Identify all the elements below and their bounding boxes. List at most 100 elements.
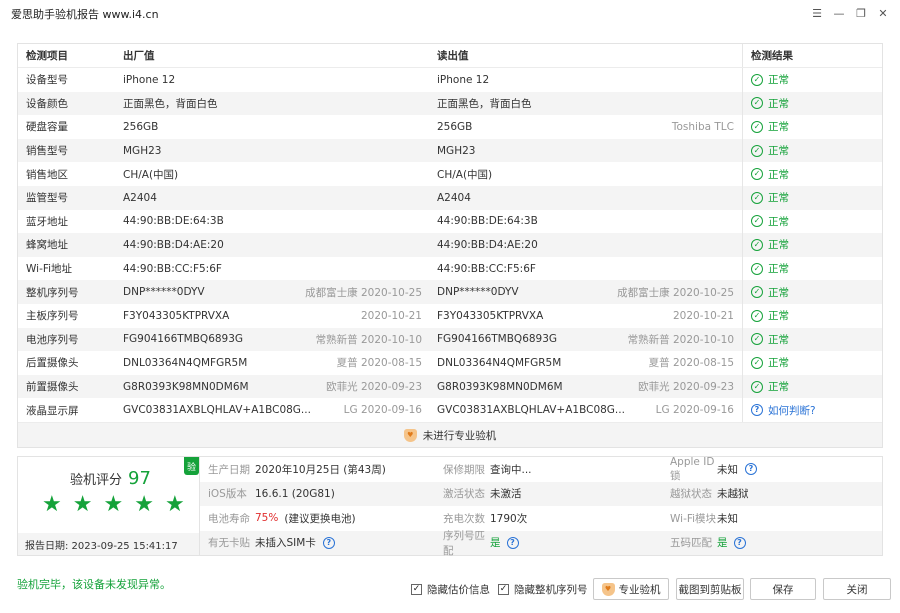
- read-value: A2404: [437, 191, 471, 204]
- minimize-icon[interactable]: —: [832, 6, 846, 20]
- star-icon: ★: [164, 492, 185, 517]
- pro-check-note-text: 未进行专业验机: [422, 429, 497, 442]
- result-cell: ✓ 正常: [742, 280, 882, 304]
- info-row: iOS版本 16.6.1 (20G81) 激活状态 未激活 越狱状态 未越狱: [200, 481, 882, 507]
- result-ok: ✓ 正常: [751, 167, 789, 182]
- hide-price-label[interactable]: 隐藏估价信息: [427, 582, 490, 597]
- pro-check-button-label: 专业验机: [618, 583, 661, 596]
- read-cell: FG904166TMBQ6893G 常熟新普 2020-10-10: [430, 328, 742, 352]
- factory-value: FG904166TMBQ6893G: [123, 333, 244, 346]
- info-cell: iOS版本 16.6.1 (20G81): [200, 482, 440, 507]
- factory-cell: 正面黑色，背面白色: [116, 92, 430, 116]
- factory-cell: 256GB: [116, 115, 430, 139]
- result-ok: ✓ 正常: [751, 190, 789, 205]
- help-icon[interactable]: ?: [751, 404, 763, 417]
- read-value: F3Y043305KTPRVXA: [437, 309, 544, 322]
- hide-serial-checkbox[interactable]: ✓ 隐藏整机序列号: [498, 582, 588, 597]
- result-ok: ✓ 正常: [751, 96, 789, 111]
- window-title: 爱思助手验机报告 www.i4.cn: [11, 8, 159, 21]
- result-cell: ✓ 正常: [742, 115, 882, 139]
- factory-cell: CH/A(中国): [116, 162, 430, 186]
- factory-cell: G8R0393K98MN0DM6M 欧菲光 2020-09-23: [116, 375, 430, 399]
- result-cell: ✓ 正常: [742, 351, 882, 375]
- check-circle-icon: ✓: [751, 215, 763, 228]
- help-icon[interactable]: ?: [745, 463, 757, 476]
- info-value: 未插入SIM卡: [255, 537, 316, 550]
- result-ok: ✓ 正常: [751, 379, 789, 394]
- item-name: 液晶显示屏: [26, 404, 79, 417]
- result-text: 正常: [768, 310, 789, 323]
- check-circle-icon: ✓: [751, 356, 763, 369]
- read-note: 夏普 2020-08-15: [648, 357, 734, 370]
- check-circle-icon: ✓: [751, 73, 763, 86]
- menu-icon[interactable]: ☰: [810, 6, 824, 20]
- factory-cell: 44:90:BB:D4:AE:20: [116, 233, 430, 257]
- score-line: 验机评分 97: [70, 468, 151, 489]
- item-name: 销售地区: [26, 168, 68, 181]
- close-button[interactable]: 关闭: [823, 578, 891, 600]
- table-row: 主板序列号 F3Y043305KTPRVXA 2020-10-21 F3Y043305…: [18, 303, 882, 328]
- read-value: CH/A(中国): [437, 168, 493, 181]
- check-circle-icon: ✓: [751, 333, 763, 346]
- result-ok: ✓ 正常: [751, 72, 789, 87]
- read-note: 常熟新普 2020-10-10: [627, 333, 734, 346]
- read-value: iPhone 12: [437, 73, 490, 86]
- how-to-judge-link[interactable]: ? 如何判断?: [751, 403, 816, 418]
- checkbox-checked-icon[interactable]: ✓: [411, 584, 422, 595]
- check-circle-icon: ✓: [751, 144, 763, 157]
- check-circle-icon: ✓: [751, 120, 763, 133]
- help-icon[interactable]: ?: [733, 536, 746, 549]
- item-name: 电池序列号: [26, 333, 79, 346]
- save-button[interactable]: 保存: [750, 578, 816, 600]
- title-bar: 爱思助手验机报告 www.i4.cn ☰ — ❐ ✕: [0, 0, 900, 28]
- result-text[interactable]: 如何判断?: [768, 403, 816, 418]
- check-circle-icon: ✓: [751, 309, 763, 322]
- close-icon[interactable]: ✕: [876, 6, 890, 20]
- result-ok: ✓ 正常: [751, 237, 789, 252]
- checkbox-checked-icon[interactable]: ✓: [498, 584, 509, 595]
- item-name: 蓝牙地址: [26, 215, 68, 228]
- result-cell: ✓ 正常: [742, 138, 882, 163]
- table-row: 销售型号 MGH23 MGH23 ✓ 正常: [18, 138, 882, 163]
- factory-value: DNL03364N4QMFGR5M: [123, 356, 248, 369]
- result-cell: ✓ 正常: [742, 209, 882, 234]
- info-cell: 有无卡贴 未插入SIM卡?: [200, 531, 440, 556]
- pro-check-button[interactable]: ♥ 专业验机: [593, 578, 669, 600]
- read-value: 正面黑色，背面白色: [437, 97, 532, 110]
- result-ok: ✓ 正常: [751, 308, 789, 323]
- info-cell: 保修期限 查询中...: [440, 457, 670, 482]
- read-value: DNP******0DYV: [437, 286, 519, 299]
- help-icon[interactable]: ?: [506, 536, 519, 549]
- info-label: 激活状态: [443, 488, 485, 501]
- restore-icon[interactable]: ❐: [854, 6, 868, 20]
- table-row: 前置摄像头 G8R0393K98MN0DM6M 欧菲光 2020-09-23 G8R0…: [18, 374, 882, 399]
- result-ok: ✓ 正常: [751, 143, 789, 158]
- result-ok: ✓ 正常: [751, 214, 789, 229]
- check-circle-icon: ✓: [751, 191, 763, 204]
- info-value-note: (建议更换电池): [284, 512, 356, 525]
- factory-value: 44:90:BB:CC:F5:6F: [123, 262, 222, 275]
- table-row: 监管型号 A2404 A2404 ✓ 正常: [18, 185, 882, 210]
- info-cell: 序列号匹配是?: [440, 530, 670, 557]
- info-value: 75%: [255, 512, 279, 525]
- window-controls: ☰ — ❐ ✕: [810, 6, 890, 20]
- read-cell: F3Y043305KTPRVXA 2020-10-21: [430, 304, 742, 328]
- read-value: 44:90:BB:DE:64:3B: [437, 215, 538, 228]
- read-note: 2020-10-21: [672, 309, 734, 322]
- screenshot-button[interactable]: 截图到剪贴板: [676, 578, 744, 600]
- info-cell: Apple ID锁 未知?: [670, 456, 882, 482]
- info-value: 查询中...: [490, 463, 532, 476]
- hide-serial-label[interactable]: 隐藏整机序列号: [514, 582, 588, 597]
- item-name: 蜂窝地址: [26, 239, 68, 252]
- hide-price-checkbox[interactable]: ✓ 隐藏估价信息: [411, 582, 490, 597]
- report-date: 报告日期: 2023-09-25 15:41:17: [18, 533, 199, 555]
- result-cell: ✓ 正常: [742, 303, 882, 328]
- table-row: 液晶显示屏 GVC03831AXBLQHLAV+A1BC08G... LG 2020…: [18, 398, 882, 422]
- info-label: 越狱状态: [670, 488, 712, 501]
- factory-value: 44:90:BB:DE:64:3B: [123, 215, 224, 228]
- result-ok: ✓ 正常: [751, 285, 789, 300]
- factory-cell: DNP******0DYV 成都富士康 2020-10-25: [116, 280, 430, 304]
- check-circle-icon: ✓: [751, 168, 763, 181]
- help-icon[interactable]: ?: [322, 536, 335, 549]
- table-row: Wi-Fi地址 44:90:BB:CC:F5:6F 44:90:BB:CC:F5:6…: [18, 256, 882, 281]
